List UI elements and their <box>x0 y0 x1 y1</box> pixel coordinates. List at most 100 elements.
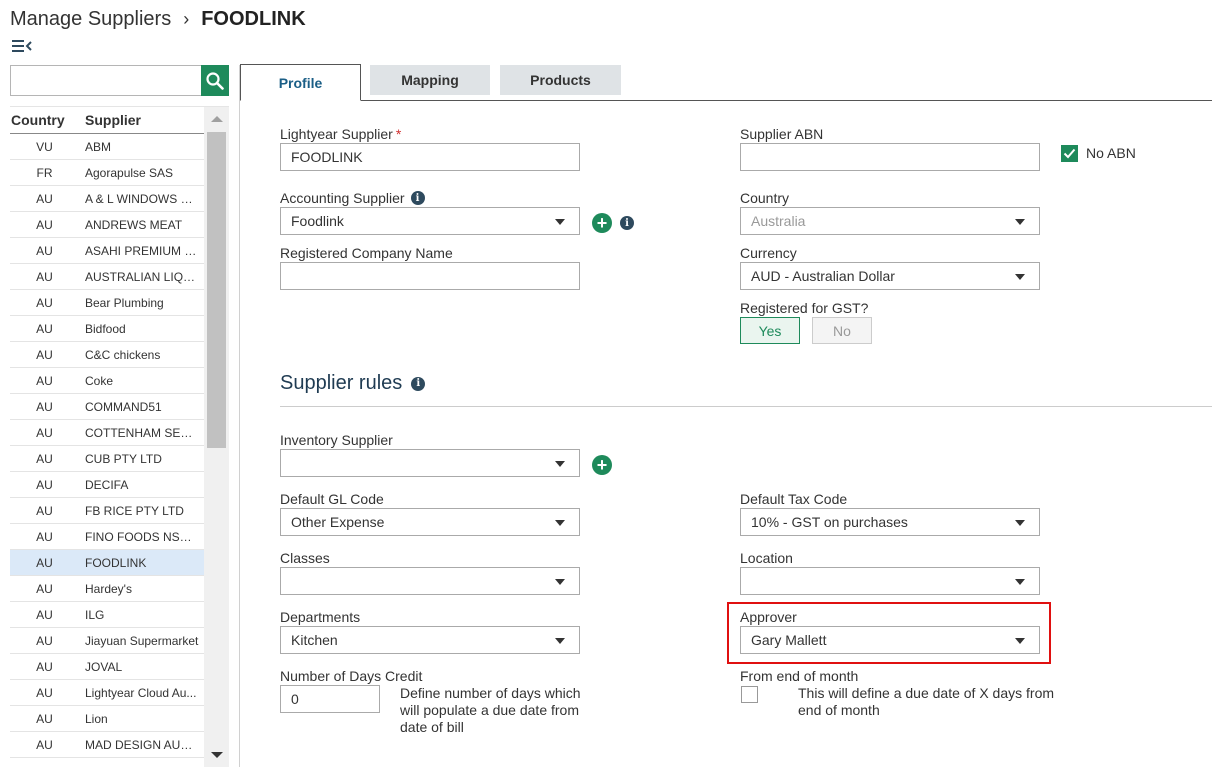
collapse-menu-icon[interactable] <box>12 38 32 54</box>
inventory-supplier-select[interactable] <box>280 449 580 477</box>
registered-company-label: Registered Company Name <box>280 245 453 261</box>
lightyear-supplier-label: Lightyear Supplier <box>280 126 393 142</box>
classes-field: Classes <box>280 550 580 595</box>
info-icon[interactable]: i <box>620 216 634 230</box>
currency-label: Currency <box>740 245 797 261</box>
scroll-up-icon[interactable] <box>211 116 223 122</box>
row-supplier: Hardey's <box>85 581 132 596</box>
supplier-search <box>10 65 229 96</box>
table-row[interactable]: AU Lion <box>10 706 204 732</box>
end-of-month-checkbox[interactable] <box>741 686 758 703</box>
table-row[interactable]: AU AUSTRALIAN LIQU... <box>10 264 204 290</box>
row-supplier: AUSTRALIAN LIQU... <box>85 269 202 284</box>
row-supplier: MAD DESIGN AUST... <box>85 737 204 752</box>
table-row[interactable]: AU FB RICE PTY LTD <box>10 498 204 524</box>
row-supplier: A & L WINDOWS PT... <box>85 191 204 206</box>
gst-no-button[interactable]: No <box>812 317 872 344</box>
currency-select[interactable]: AUD - Australian Dollar <box>740 262 1040 290</box>
days-credit-label: Number of Days Credit <box>280 668 423 684</box>
chevron-down-icon <box>555 579 565 585</box>
lightyear-supplier-input[interactable]: FOODLINK <box>280 143 580 171</box>
info-icon[interactable]: i <box>410 191 425 205</box>
table-row[interactable]: AU Hardey's <box>10 576 204 602</box>
add-inventory-supplier-icon[interactable]: + <box>592 455 612 475</box>
row-supplier: FB RICE PTY LTD <box>85 503 184 518</box>
table-row[interactable]: AU ILG <box>10 602 204 628</box>
row-country: AU <box>36 711 53 726</box>
tab-products[interactable]: Products <box>500 65 621 95</box>
table-row[interactable]: AU ANDREWS MEAT <box>10 212 204 238</box>
add-accounting-supplier-icon[interactable]: + <box>592 213 612 233</box>
row-supplier: ASAHI PREMIUM B... <box>85 243 203 258</box>
search-button[interactable] <box>201 65 229 96</box>
table-row[interactable]: AU DECIFA <box>10 472 204 498</box>
accounting-supplier-select[interactable]: Foodlink <box>280 207 580 235</box>
table-row[interactable]: AU FINO FOODS NSW ... <box>10 524 204 550</box>
default-gl-code-label: Default GL Code <box>280 491 384 507</box>
chevron-down-icon <box>555 219 565 225</box>
breadcrumb-separator: › <box>183 8 190 29</box>
row-country: AU <box>36 529 53 544</box>
row-supplier: ABM <box>85 139 112 154</box>
table-row[interactable]: AU Jiayuan Supermarket <box>10 628 204 654</box>
table-row[interactable]: AU CUB PTY LTD <box>10 446 204 472</box>
table-row[interactable]: AU Lightyear Cloud Au... <box>10 680 204 706</box>
table-row[interactable]: AU JOVAL <box>10 654 204 680</box>
chevron-down-icon <box>1015 219 1025 225</box>
table-row[interactable]: AU Bidfood <box>10 316 204 342</box>
row-country: AU <box>36 685 53 700</box>
gst-yes-button[interactable]: Yes <box>740 317 800 344</box>
table-row[interactable]: AU COMMAND51 <box>10 394 204 420</box>
scroll-down-icon[interactable] <box>211 752 223 758</box>
row-country: AU <box>36 217 53 232</box>
supplier-abn-input[interactable] <box>740 143 1040 171</box>
default-gl-code-select[interactable]: Other Expense <box>280 508 580 536</box>
table-row[interactable]: VU ABM <box>10 134 204 160</box>
lightyear-supplier-field: Lightyear Supplier * FOODLINK <box>280 126 580 171</box>
table-row[interactable]: FR Agorapulse SAS <box>10 160 204 186</box>
column-header-supplier[interactable]: Supplier <box>85 112 141 128</box>
table-row[interactable]: AU Bear Plumbing <box>10 290 204 316</box>
table-row[interactable]: AU COTTENHAM SERV... <box>10 420 204 446</box>
chevron-down-icon <box>1015 274 1025 280</box>
table-row[interactable]: AU Coke <box>10 368 204 394</box>
row-country: AU <box>36 347 53 362</box>
no-abn-checkbox[interactable] <box>1061 145 1078 162</box>
row-supplier: Agorapulse SAS <box>85 165 174 180</box>
info-icon[interactable]: i <box>411 376 426 391</box>
location-select[interactable] <box>740 567 1040 595</box>
table-row[interactable]: AU FOODLINK <box>10 550 204 576</box>
table-row[interactable]: AU MAD DESIGN AUST... <box>10 732 204 758</box>
default-tax-code-select[interactable]: 10% - GST on purchases <box>740 508 1040 536</box>
classes-select[interactable] <box>280 567 580 595</box>
inventory-supplier-field: Inventory Supplier <box>280 432 580 477</box>
breadcrumb-root[interactable]: Manage Suppliers <box>10 8 171 31</box>
default-gl-code-field: Default GL Code Other Expense <box>280 491 580 536</box>
country-label: Country <box>740 190 790 206</box>
tab-profile[interactable]: Profile <box>240 64 361 101</box>
table-row[interactable]: AU ASAHI PREMIUM B... <box>10 238 204 264</box>
registered-company-input[interactable] <box>280 262 580 290</box>
table-row[interactable]: AU A & L WINDOWS PT... <box>10 186 204 212</box>
chevron-down-icon <box>555 638 565 644</box>
row-supplier: Bear Plumbing <box>85 295 164 310</box>
departments-select[interactable]: Kitchen <box>280 626 580 654</box>
row-supplier: COTTENHAM SERV... <box>85 425 204 440</box>
table-row[interactable]: AU C&C chickens <box>10 342 204 368</box>
row-country: AU <box>36 399 53 414</box>
scroll-thumb[interactable] <box>207 132 226 448</box>
no-abn-label: No ABN <box>1086 145 1136 161</box>
end-of-month-label: From end of month <box>740 668 859 684</box>
row-country: AU <box>36 503 53 518</box>
required-mark: * <box>395 126 402 142</box>
search-input[interactable] <box>10 65 201 96</box>
country-select[interactable]: Australia <box>740 207 1040 235</box>
tab-mapping[interactable]: Mapping <box>370 65 490 95</box>
supplier-abn-field: Supplier ABN <box>740 126 1040 171</box>
departments-value: Kitchen <box>291 632 338 648</box>
list-scrollbar[interactable] <box>204 107 229 767</box>
column-header-country[interactable]: Country <box>10 112 85 128</box>
row-country: AU <box>36 295 53 310</box>
days-credit-input[interactable]: 0 <box>280 685 380 713</box>
row-country: AU <box>36 607 53 622</box>
